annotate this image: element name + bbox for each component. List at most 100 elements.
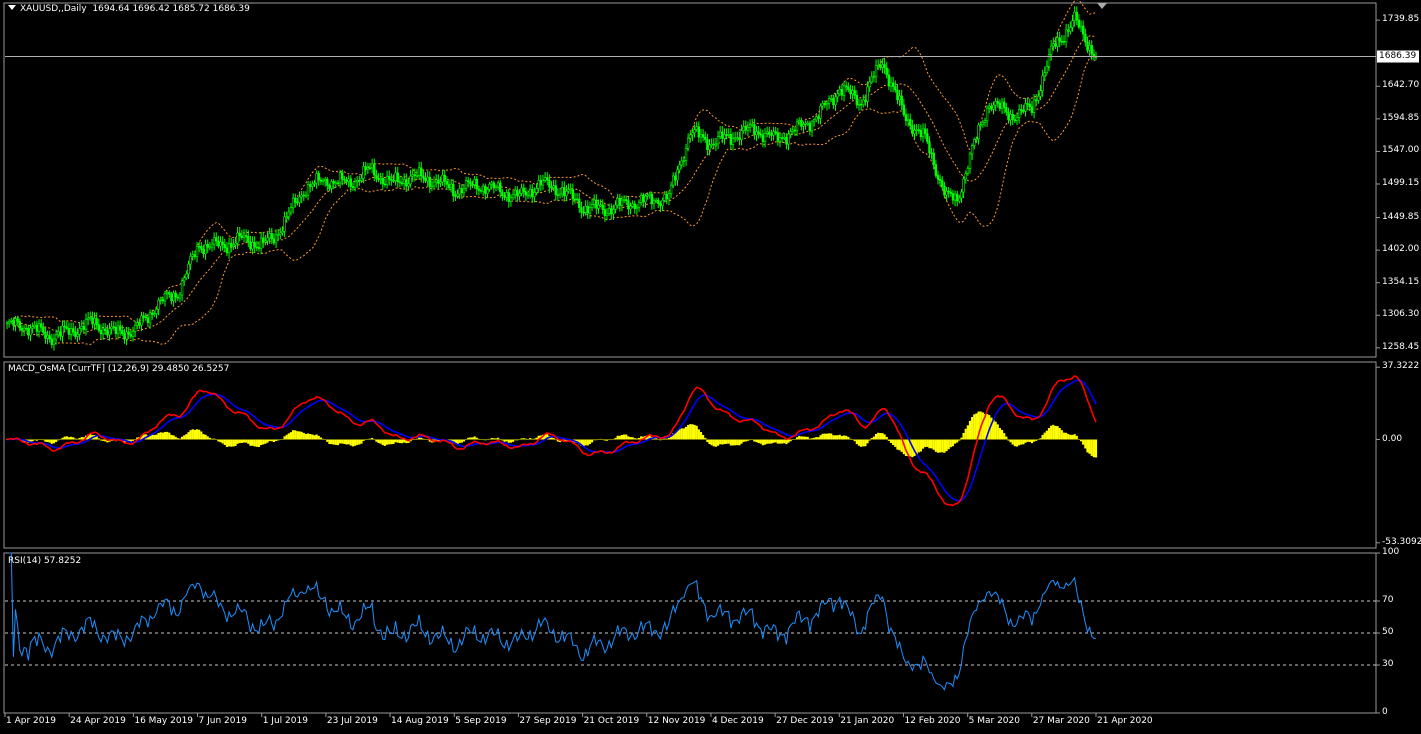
time-axis-label: 21 Oct 2019 (583, 716, 640, 726)
osma-bar (1024, 439, 1027, 443)
osma-bar (509, 439, 513, 443)
candle-body (546, 177, 549, 181)
osma-bar (287, 433, 290, 440)
osma-bar (377, 439, 380, 444)
chart-root[interactable]: XAUUSD,,Daily 1694.64 1696.42 1685.72 16… (0, 0, 1421, 731)
osma-bar (1030, 439, 1034, 444)
osma-bar (936, 439, 940, 453)
time-axis-label: 24 Apr 2019 (70, 716, 126, 726)
osma-bar (725, 439, 728, 444)
osma-bar (426, 439, 429, 440)
osma-bar (1026, 439, 1029, 442)
candle-body (1060, 40, 1064, 43)
candle-body (330, 181, 333, 189)
candle-body (994, 101, 997, 106)
candle-body (428, 176, 431, 188)
candle-body (1009, 114, 1012, 121)
candle-body (748, 124, 752, 128)
osma-bar (667, 437, 671, 440)
osma-bar (783, 439, 786, 444)
candle-body (326, 178, 329, 186)
candle-body (298, 196, 301, 203)
candle-body (50, 338, 54, 345)
candle-body (934, 164, 938, 176)
osma-bar (825, 433, 829, 440)
osma-bar (249, 439, 252, 446)
candle-body (787, 133, 790, 145)
osma-bar (586, 439, 589, 446)
time-axis-label: 14 Aug 2019 (391, 716, 449, 726)
osma-bar (35, 439, 38, 441)
time-axis-label: 27 Dec 2019 (776, 716, 834, 726)
candle-body (244, 234, 248, 237)
osma-bar (264, 439, 267, 444)
candle-body (10, 319, 13, 322)
time-axis-label: 5 Sep 2019 (455, 716, 507, 726)
candle-body (697, 126, 701, 138)
osma-bar (584, 439, 587, 446)
candle-body (415, 175, 419, 177)
candle-body (31, 326, 34, 329)
osma-bar (956, 439, 959, 443)
osma-bar (603, 439, 606, 441)
candle-body (1073, 11, 1076, 21)
candle-body (1017, 109, 1021, 118)
osma-bar (274, 439, 278, 442)
osma-bar (928, 439, 931, 449)
osma-bar (174, 436, 177, 440)
osma-bar (629, 437, 632, 440)
osma-bar (1071, 434, 1074, 440)
osma-bar (292, 430, 295, 440)
candle-body (413, 174, 417, 177)
time-axis-label: 21 Apr 2020 (1097, 716, 1153, 726)
osma-bar (1003, 433, 1006, 440)
osma-bar (599, 438, 602, 440)
candle-body (473, 179, 476, 185)
osma-bar (61, 437, 64, 440)
candle-body (819, 105, 822, 119)
candle-body (637, 202, 641, 208)
candle-body (958, 197, 961, 202)
osma-bar (514, 439, 517, 441)
candle-body (317, 173, 320, 181)
osma-bar (364, 439, 367, 440)
osma-bar (522, 438, 525, 440)
candle-body (12, 319, 15, 326)
candle-body (629, 205, 632, 210)
candle-body (665, 193, 669, 200)
candle-body (296, 201, 299, 204)
time-axis-label: 12 Feb 2020 (904, 716, 961, 726)
candle-body (61, 325, 64, 337)
candle-body (18, 321, 22, 329)
candle-body (834, 96, 837, 106)
candle-body (407, 183, 410, 187)
osma-bar (627, 436, 630, 440)
candle-body (140, 315, 143, 326)
osma-bar (198, 429, 201, 440)
candle-body (185, 273, 188, 279)
candle-body (52, 338, 56, 345)
candle-body (215, 237, 218, 242)
osma-bar (1015, 439, 1019, 447)
candle-body (110, 326, 113, 329)
candle-body (731, 138, 735, 145)
osma-bar (768, 439, 771, 444)
osma-bar (516, 439, 519, 441)
candle-body (857, 103, 861, 106)
osma-bar (356, 439, 359, 446)
candle-body (973, 139, 976, 146)
candle-body (876, 64, 880, 67)
candle-body (962, 178, 965, 193)
osma-bar (793, 439, 797, 440)
candle-body (477, 188, 481, 191)
osma-bar (877, 432, 880, 440)
osma-bar (260, 439, 263, 446)
candle-body (332, 181, 335, 184)
osma-bar (842, 435, 846, 440)
candle-body (281, 231, 284, 234)
candle-body (1028, 103, 1032, 108)
osma-bar (1039, 438, 1042, 440)
osma-bar (1005, 436, 1008, 440)
osma-bar (1035, 439, 1038, 441)
collapse-triangle-icon[interactable] (8, 5, 16, 10)
